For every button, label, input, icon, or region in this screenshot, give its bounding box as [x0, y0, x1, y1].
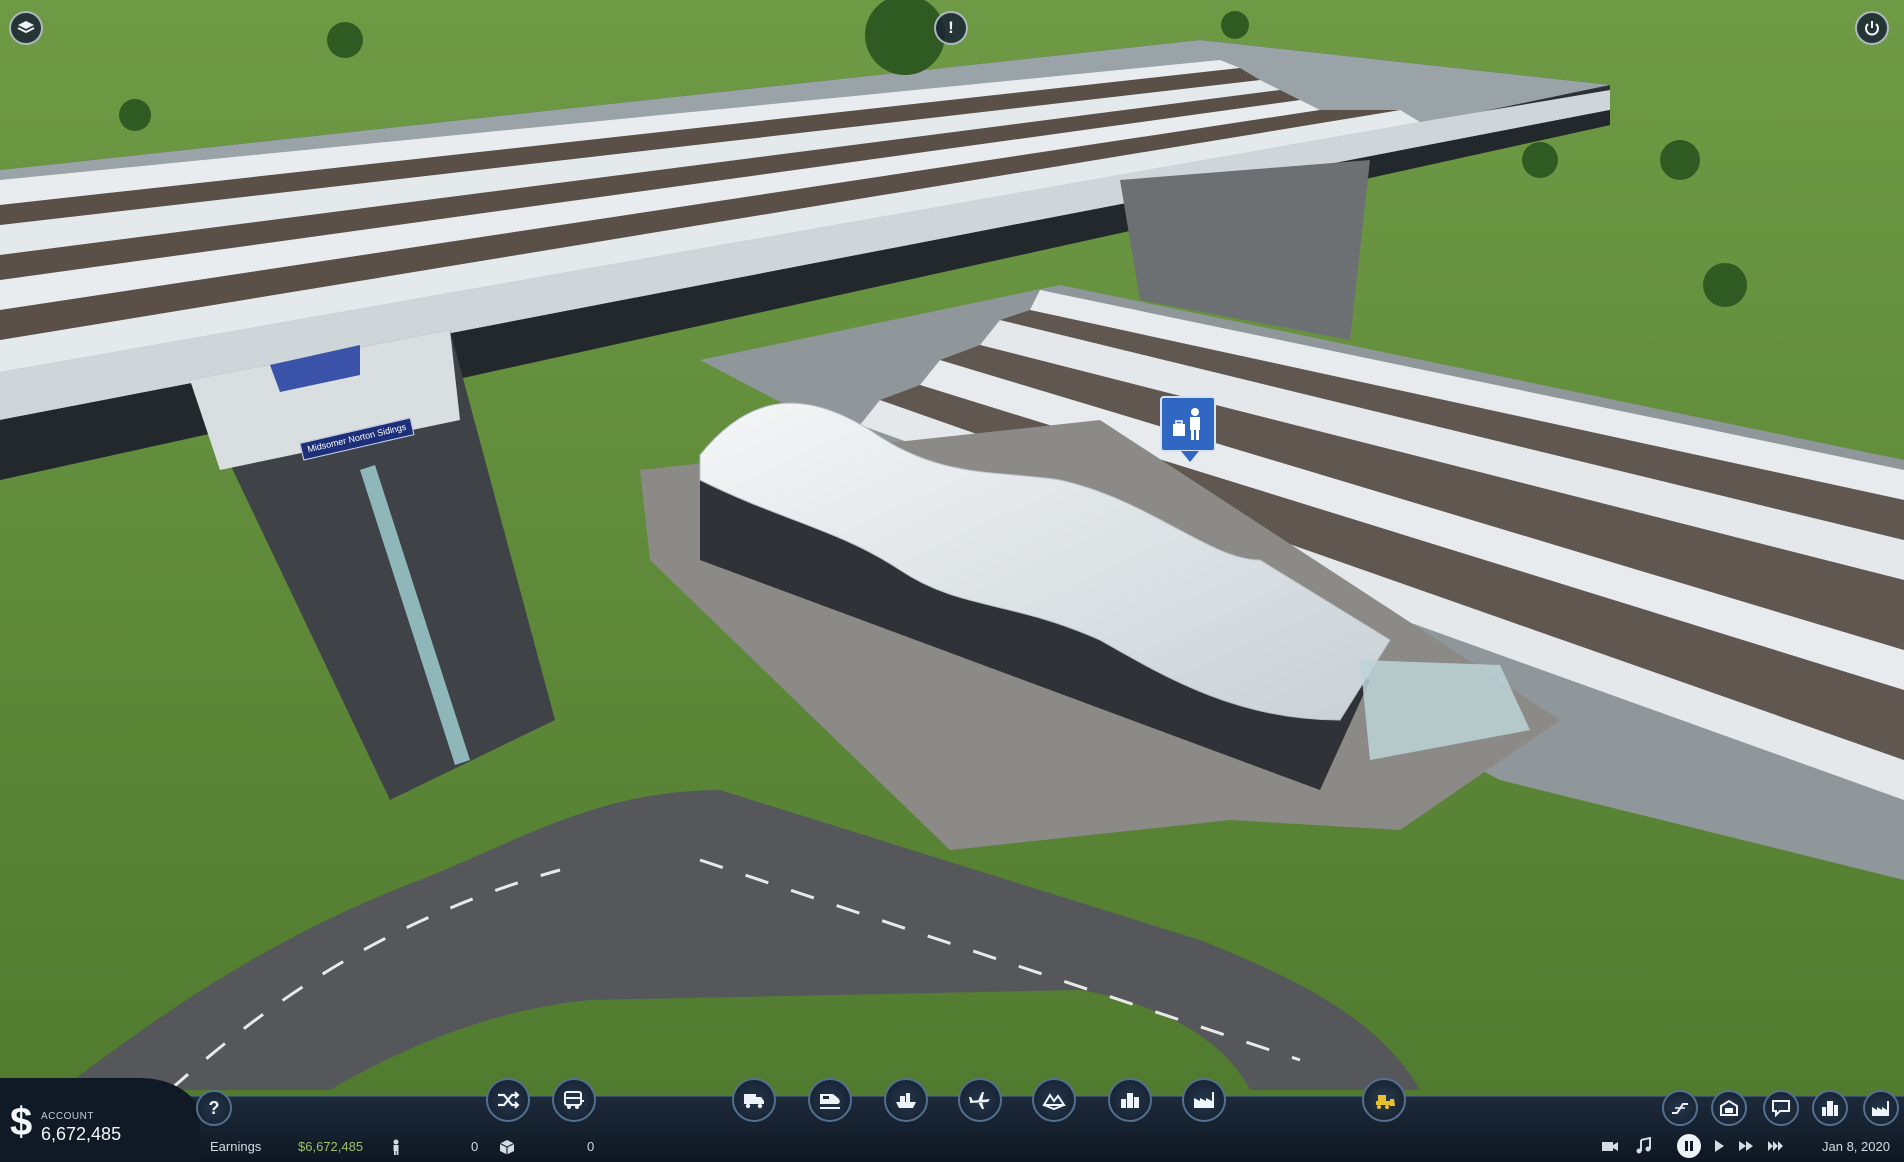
line-graph-icon	[1672, 1103, 1688, 1114]
vehicles-button[interactable]	[552, 1078, 596, 1122]
messages-button[interactable]	[1763, 1090, 1799, 1126]
game-viewport[interactable]	[0, 0, 1904, 1161]
camera-icon	[1602, 1142, 1618, 1151]
layers-button[interactable]	[9, 11, 43, 45]
bulldozer-icon	[1376, 1095, 1395, 1109]
cargo-stat-icon	[497, 1137, 517, 1157]
fastest-forward-button[interactable]	[1766, 1136, 1786, 1156]
alert-icon: !	[948, 18, 954, 37]
lines-button[interactable]	[486, 1078, 530, 1122]
bulldoze-button[interactable]	[1362, 1078, 1406, 1122]
music-icon	[1636, 1137, 1651, 1154]
vehicle-overview-button[interactable]	[1711, 1090, 1747, 1126]
town-overview-button[interactable]	[1812, 1090, 1848, 1126]
earnings-value: $6,672,485	[298, 1139, 364, 1154]
trains-button[interactable]	[808, 1078, 852, 1122]
depot-icon	[1720, 1099, 1738, 1116]
fastest-forward-icon	[1768, 1141, 1783, 1151]
fast-forward-button[interactable]	[1736, 1136, 1756, 1156]
terrain-icon	[1042, 1093, 1066, 1111]
play-button[interactable]	[1709, 1136, 1729, 1156]
help-button[interactable]: ?	[196, 1090, 232, 1126]
alert-button[interactable]: !	[934, 11, 968, 45]
aircraft-button[interactable]	[958, 1078, 1002, 1122]
passenger-stat-icon	[386, 1137, 406, 1157]
train-icon	[820, 1094, 840, 1109]
towns-button[interactable]	[1108, 1078, 1152, 1122]
message-icon	[1772, 1100, 1790, 1118]
passenger-luggage-icon	[1173, 408, 1200, 440]
industry-icon	[1872, 1101, 1889, 1116]
currency-icon: $	[10, 1100, 33, 1144]
pause-icon	[1685, 1141, 1693, 1151]
town-icon	[1121, 1093, 1139, 1108]
station-marker[interactable]	[1160, 396, 1216, 462]
cargo-value: 0	[587, 1139, 595, 1154]
shuffle-icon	[498, 1091, 520, 1109]
truck-icon	[744, 1094, 764, 1109]
factory-icon	[1194, 1092, 1214, 1108]
power-icon	[1865, 21, 1879, 36]
road-vehicles-button[interactable]	[732, 1078, 776, 1122]
layers-icon	[17, 21, 35, 34]
city-icon	[1822, 1101, 1838, 1116]
bus-icon	[564, 1091, 584, 1109]
help-icon: ?	[208, 1097, 220, 1118]
camera-button[interactable]	[1600, 1136, 1620, 1156]
earnings-label: Earnings	[210, 1139, 262, 1154]
power-button[interactable]	[1855, 11, 1889, 45]
play-icon	[1715, 1140, 1724, 1152]
industry-overview-button[interactable]	[1863, 1090, 1899, 1126]
account-value: 6,672,485	[41, 1124, 122, 1144]
passengers-value: 0	[471, 1139, 479, 1154]
game-date: Jan 8, 2020	[1822, 1139, 1890, 1154]
plane-icon	[969, 1092, 990, 1109]
industries-button[interactable]	[1182, 1078, 1226, 1122]
ships-button[interactable]	[884, 1078, 928, 1122]
terrain-button[interactable]	[1032, 1078, 1076, 1122]
ship-icon	[896, 1093, 916, 1108]
music-button[interactable]	[1634, 1136, 1654, 1156]
fast-forward-icon	[1739, 1141, 1753, 1151]
pause-button[interactable]	[1677, 1134, 1701, 1158]
account-label: ACCOUNT	[41, 1111, 94, 1122]
lines-overview-button[interactable]	[1662, 1090, 1698, 1126]
